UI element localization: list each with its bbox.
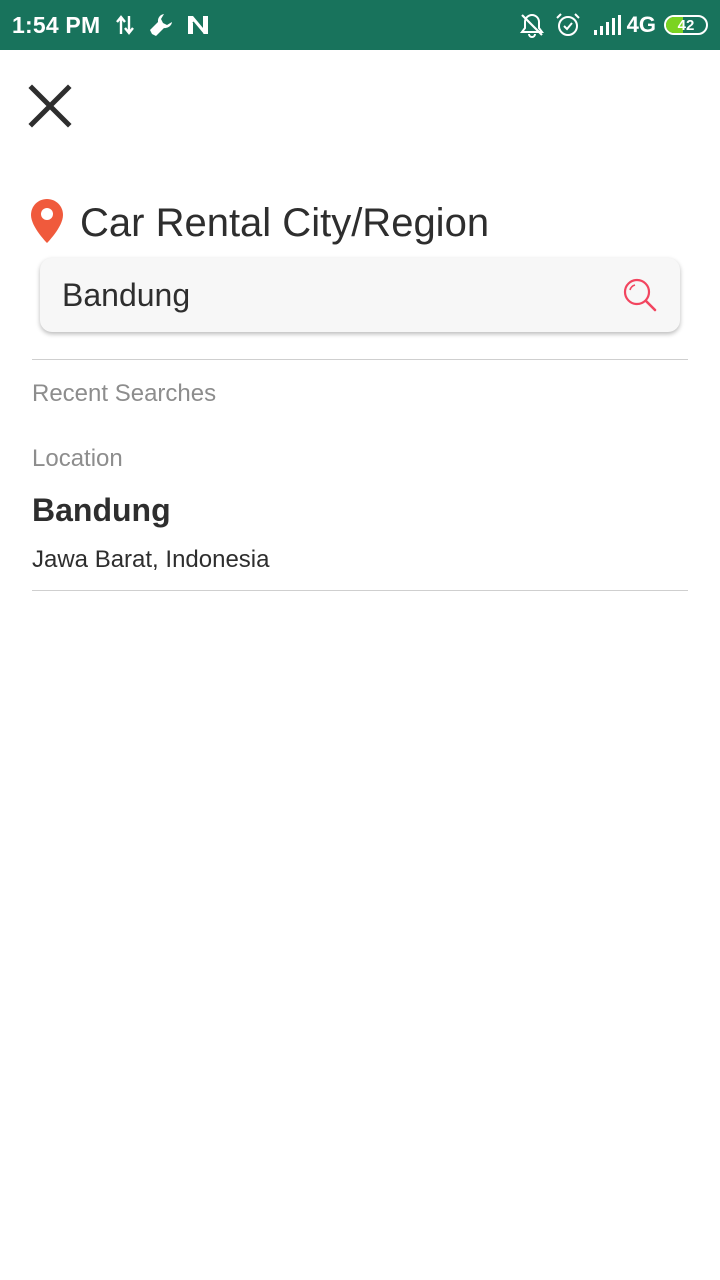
location-name: Bandung [32, 492, 171, 528]
search-box [40, 258, 680, 332]
divider [32, 359, 688, 360]
data-transfer-icon [116, 14, 135, 36]
location-subtitle: Jawa Barat, Indonesia [32, 546, 270, 573]
wrench-icon [148, 12, 174, 38]
recent-searches-label: Recent Searches [32, 380, 217, 407]
divider [32, 590, 688, 591]
location-pin-icon [30, 198, 64, 249]
location-section-label: Location [32, 445, 123, 472]
status-time: 1:54 PM [12, 11, 101, 38]
status-bar: 1:54 PM 4G 42 [0, 0, 720, 50]
page-title-row: Car Rental City/Region [30, 198, 489, 249]
battery-indicator: 42 [664, 15, 708, 35]
search-icon[interactable] [620, 275, 660, 315]
search-input[interactable] [62, 276, 620, 314]
close-icon [28, 84, 72, 128]
location-result-item[interactable]: Bandung Jawa Barat, Indonesia [32, 492, 688, 590]
close-button[interactable] [26, 82, 74, 130]
notifications-off-icon [519, 12, 545, 38]
status-bar-left: 1:54 PM [12, 12, 210, 39]
n-app-icon [186, 14, 210, 36]
status-bar-right: 4G 42 [519, 12, 708, 38]
signal-icon [593, 14, 623, 36]
alarm-icon [555, 12, 581, 38]
page-title: Car Rental City/Region [80, 201, 490, 245]
battery-level: 42 [677, 16, 695, 34]
network-type: 4G [626, 12, 656, 37]
